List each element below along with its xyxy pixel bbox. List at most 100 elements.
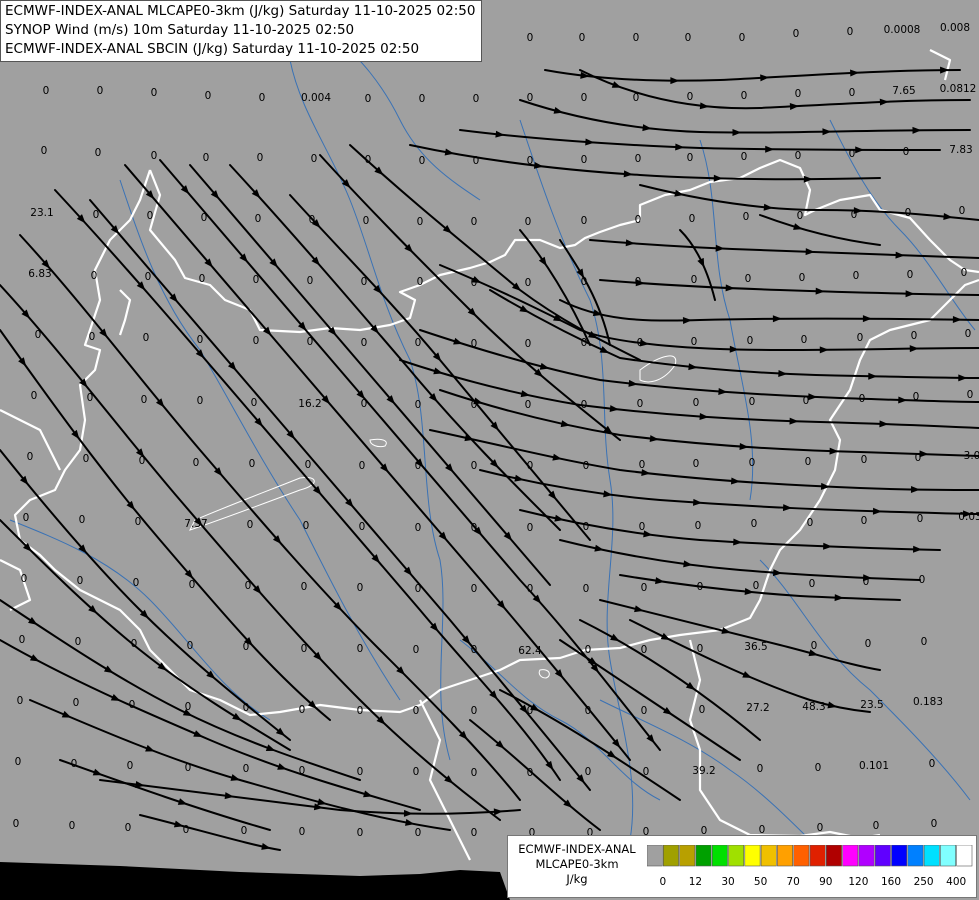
cape-value-label: 0 xyxy=(471,338,478,350)
cape-value-label: 0 xyxy=(745,273,752,285)
cape-value-label: 0 xyxy=(795,150,802,162)
cape-value-label: 0 xyxy=(817,822,824,834)
cape-value-label: 0 xyxy=(41,145,48,157)
cape-value-label: 0 xyxy=(151,87,158,99)
cape-value-label: 0 xyxy=(245,580,252,592)
header-line-synop-wind: SYNOP Wind (m/s) 10m Saturday 11-10-2025… xyxy=(5,22,355,38)
cape-value-label: 0 xyxy=(797,210,804,222)
legend-swatch xyxy=(826,845,842,867)
cape-value-label: 0 xyxy=(143,332,150,344)
legend-ticks: 0 12 30 50 70 90 120 160 250 400 xyxy=(647,876,977,890)
cape-value-label: 0 xyxy=(71,758,78,770)
legend-swatch xyxy=(744,845,761,867)
cape-value-label: 0 xyxy=(641,644,648,656)
cape-value-label: 0 xyxy=(527,32,534,44)
cape-value-label: 0 xyxy=(247,519,254,531)
cape-value-label: 0 xyxy=(361,276,368,288)
cape-value-label: 0 xyxy=(965,328,972,340)
cape-value-label: 0 xyxy=(693,458,700,470)
cape-value-label: 0 xyxy=(471,277,478,289)
legend-swatch xyxy=(777,845,793,867)
cape-value-label: 0.0008 xyxy=(884,24,921,36)
cape-value-label: 0 xyxy=(697,643,704,655)
cape-value-label: 0 xyxy=(135,516,142,528)
cape-value-label: 0 xyxy=(253,274,260,286)
cape-value-label: 0 xyxy=(307,336,314,348)
cape-value-label: 27.2 xyxy=(746,702,769,714)
cape-value-label: 0 xyxy=(637,398,644,410)
cape-value-label: 0 xyxy=(415,827,422,839)
legend-tick-label: 0 xyxy=(659,876,667,888)
cape-value-label: 48.3 xyxy=(802,701,825,713)
cape-value-label: 0 xyxy=(305,459,312,471)
cape-value-label: 0 xyxy=(97,85,104,97)
cape-value-label: 0 xyxy=(23,512,30,524)
legend-swatch xyxy=(956,845,973,867)
cape-value-label: 6.83 xyxy=(28,268,51,280)
cape-value-label: 0 xyxy=(967,389,974,401)
cape-value-label: 0 xyxy=(139,455,146,467)
cape-value-label: 0 xyxy=(861,515,868,527)
legend-swatch xyxy=(695,845,712,867)
cape-value-label: 0.03 xyxy=(958,511,979,523)
cape-value-label: 0 xyxy=(585,766,592,778)
cape-value-label: 0 xyxy=(299,704,306,716)
cape-value-label: 0 xyxy=(197,395,204,407)
cape-value-label: 0 xyxy=(471,460,478,472)
cape-value-label: 0 xyxy=(635,214,642,226)
cape-value-label: 0 xyxy=(249,458,256,470)
cape-value-label: 0 xyxy=(87,392,94,404)
cape-value-label: 0 xyxy=(749,457,756,469)
cape-value-label: 0 xyxy=(527,155,534,167)
cape-value-label: 0 xyxy=(639,459,646,471)
cape-value-label: 0 xyxy=(415,399,422,411)
cape-value-label: 0 xyxy=(917,513,924,525)
legend-swatch xyxy=(809,845,826,867)
cape-value-label: 0 xyxy=(133,577,140,589)
cape-value-label: 0 xyxy=(873,820,880,832)
cape-value-label: 0 xyxy=(301,581,308,593)
cape-value-label: 0 xyxy=(201,212,208,224)
cape-value-label: 0 xyxy=(299,826,306,838)
cape-value-label: 0 xyxy=(127,760,134,772)
cape-value-label: 0 xyxy=(633,92,640,104)
cape-value-label: 0 xyxy=(93,209,100,221)
cape-value-label: 16.2 xyxy=(298,398,321,410)
cape-value-label: 0 xyxy=(357,827,364,839)
cape-value-label: 0 xyxy=(525,277,532,289)
legend-tick-label: 30 xyxy=(721,876,735,888)
cape-value-label: 0 xyxy=(741,151,748,163)
cape-value-label: 0 xyxy=(527,92,534,104)
cape-value-label: 0 xyxy=(471,705,478,717)
cape-value-label: 0 xyxy=(131,638,138,650)
cape-value-label: 0 xyxy=(19,634,26,646)
legend-swatch xyxy=(711,845,728,867)
cape-value-label: 0 xyxy=(585,705,592,717)
cape-value-label: 0 xyxy=(743,211,750,223)
cape-value-label: 0 xyxy=(243,641,250,653)
cape-value-label: 0 xyxy=(525,338,532,350)
cape-value-label: 0 xyxy=(799,272,806,284)
cape-value-label: 0 xyxy=(639,521,646,533)
legend-swatch xyxy=(793,845,810,867)
cape-value-label: 0 xyxy=(243,702,250,714)
legend-tick-label: 160 xyxy=(880,876,902,888)
cape-value-label: 0 xyxy=(363,215,370,227)
cape-value-label: 0 xyxy=(185,762,192,774)
cape-value-label: 0 xyxy=(199,273,206,285)
cape-value-label: 0 xyxy=(847,26,854,38)
cape-value-label: 0 xyxy=(635,153,642,165)
cape-value-label: 0 xyxy=(417,276,424,288)
cape-value-label: 0 xyxy=(641,705,648,717)
cape-value-label: 7.65 xyxy=(892,85,915,97)
cape-value-label: 0 xyxy=(413,705,420,717)
cape-value-label: 0 xyxy=(581,337,588,349)
cape-value-label: 0 xyxy=(357,705,364,717)
legend-swatch xyxy=(842,845,859,867)
legend-swatch xyxy=(728,845,745,867)
cape-value-label: 0 xyxy=(801,334,808,346)
cape-value-label: 0 xyxy=(643,766,650,778)
cape-value-label: 0 xyxy=(189,579,196,591)
cape-value-label: 0 xyxy=(197,334,204,346)
cape-value-label: 0 xyxy=(147,210,154,222)
